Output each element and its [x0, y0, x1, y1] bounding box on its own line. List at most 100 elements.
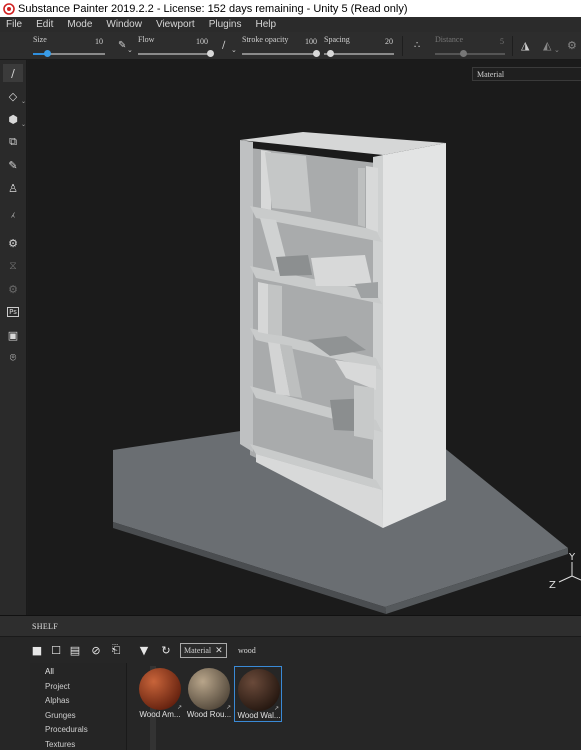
size-value[interactable]: 10: [95, 37, 103, 46]
import-icon[interactable]: ⎗: [108, 642, 124, 658]
plugin-icon[interactable]: ⌾: [3, 349, 23, 367]
category-procedurals[interactable]: Procedurals: [45, 725, 88, 734]
size-slider-handle[interactable]: [44, 50, 52, 57]
window-title: Substance Painter 2019.2.2 - License: 15…: [18, 2, 408, 15]
hide-icon[interactable]: ⊘: [88, 642, 104, 658]
toolbar-divider: [512, 36, 513, 56]
bake-icon[interactable]: ⚙: [3, 234, 23, 252]
distance-slider: [435, 53, 505, 55]
iray-icon[interactable]: ⧖: [3, 257, 23, 275]
distance-value: 5: [500, 37, 504, 46]
camera-settings-icon[interactable]: ⚙: [567, 39, 577, 52]
spacing-value[interactable]: 20: [385, 37, 393, 46]
category-alphas[interactable]: Alphas: [45, 696, 69, 705]
category-project[interactable]: Project: [45, 682, 70, 691]
filter-tag-label: Material: [184, 646, 212, 655]
material-label: Wood Wal...: [237, 711, 281, 720]
symmetry-icon[interactable]: ◮: [521, 39, 529, 52]
save-icon[interactable]: ▤: [67, 642, 83, 658]
book: [265, 152, 311, 212]
3d-viewport[interactable]: Y Z Material: [28, 60, 581, 615]
flow-label: Flow: [138, 35, 155, 44]
category-grunges[interactable]: Grunges: [45, 711, 76, 720]
material-thumbnail[interactable]: ↗ Wood Am...: [136, 666, 184, 722]
chevron-down-icon[interactable]: ⌄: [554, 46, 560, 54]
new-page-icon[interactable]: ☐: [48, 642, 64, 658]
viewport-scene[interactable]: Y Z: [28, 60, 581, 615]
filter-icon[interactable]: ▼: [136, 642, 152, 658]
shelf-body: All Project Alphas Grunges Procedurals T…: [0, 663, 581, 750]
context-toolbar: Size 10 ✎ ⌄ Flow 100 ∕ ⌄ Stroke opacity …: [0, 32, 581, 60]
clone-icon[interactable]: ♙: [3, 179, 23, 197]
menu-file[interactable]: File: [0, 19, 29, 30]
spacing-label: Spacing: [324, 35, 350, 44]
toolbar-divider: [402, 36, 403, 56]
projection-icon[interactable]: ⬢ ⌄: [3, 110, 26, 129]
menu-viewport[interactable]: Viewport: [149, 19, 202, 30]
stroke-opacity-label: Stroke opacity: [242, 35, 289, 44]
opacity-brush-icon[interactable]: ∕: [222, 40, 225, 51]
paint-brush-icon[interactable]: ∕: [3, 64, 23, 82]
lazy-mouse-icon[interactable]: ∴: [414, 40, 420, 51]
settings-icon[interactable]: ⚙: [3, 280, 23, 298]
material-mode-select[interactable]: Material: [472, 67, 581, 81]
bookcase-right-side: [383, 143, 446, 528]
stroke-opacity-slider[interactable]: [242, 53, 316, 55]
export-icon[interactable]: ▣: [3, 326, 23, 344]
tools-sidebar: ∕ ◇ ⌄ ⬢ ⌄ ⧉ ✎ ♙ ⁁ ⚙ ⧖ ⚙ Ps ▣ ⌾: [0, 60, 27, 615]
menu-plugins[interactable]: Plugins: [202, 19, 249, 30]
spacing-slider-handle[interactable]: [326, 50, 334, 57]
menu-edit[interactable]: Edit: [29, 19, 60, 30]
folder-icon[interactable]: ■: [29, 642, 45, 658]
book: [311, 255, 372, 286]
menu-help[interactable]: Help: [249, 19, 284, 30]
app-logo-icon: [3, 2, 15, 15]
material-preview: [188, 668, 230, 710]
material-preview: [139, 668, 181, 710]
title-bar: Substance Painter 2019.2.2 - License: 15…: [0, 0, 581, 17]
shelf-title: SHELF: [32, 622, 58, 631]
axis-y-label: Y: [568, 552, 576, 563]
book: [358, 168, 365, 227]
projection-mode-icon[interactable]: ◭: [543, 39, 551, 52]
category-textures[interactable]: Textures: [45, 740, 75, 749]
smudge-icon[interactable]: ✎: [3, 156, 23, 174]
close-icon[interactable]: ✕: [215, 646, 223, 656]
photoshop-export-icon[interactable]: Ps: [3, 303, 23, 321]
menu-window[interactable]: Window: [99, 19, 149, 30]
refresh-icon[interactable]: ↻: [158, 642, 174, 658]
category-all[interactable]: All: [45, 667, 54, 676]
material-thumbnail[interactable]: ↗ Wood Rou...: [185, 666, 233, 722]
menu-mode[interactable]: Mode: [60, 19, 99, 30]
axis-z-label: Z: [549, 580, 556, 591]
book: [268, 284, 282, 336]
material-label: Wood Am...: [139, 710, 181, 719]
shelf-search-input[interactable]: wood: [238, 646, 256, 655]
distance-label: Distance: [435, 35, 463, 44]
flow-slider[interactable]: [138, 53, 210, 55]
filter-tag-material[interactable]: Material ✕: [180, 643, 227, 658]
chevron-down-icon[interactable]: ⌄: [127, 46, 133, 54]
flow-brush-icon[interactable]: ✎: [118, 40, 126, 51]
distance-slider-handle: [460, 50, 467, 57]
shelf-panel: SHELF ■ ☐ ▤ ⊘ ⎗ ▼ ↻ Material ✕ wood All …: [0, 615, 581, 750]
shelf-header: SHELF: [0, 616, 581, 637]
book: [276, 255, 312, 276]
eraser-icon[interactable]: ◇ ⌄: [3, 87, 26, 106]
stroke-opacity-value[interactable]: 100: [305, 37, 317, 46]
book: [354, 385, 374, 440]
shelf-category-list: All Project Alphas Grunges Procedurals T…: [30, 663, 156, 750]
shelf-asset-grid: ↗ Wood Am... ↗ Wood Rou... ↗ Wood Wal...: [133, 663, 581, 750]
flow-slider-handle[interactable]: [207, 50, 214, 57]
material-thumbnail[interactable]: ↗ Wood Wal...: [234, 666, 282, 722]
polygon-fill-icon[interactable]: ⧉: [3, 133, 23, 151]
flow-value[interactable]: 100: [196, 37, 208, 46]
spacing-slider[interactable]: [324, 53, 394, 55]
chevron-down-icon[interactable]: ⌄: [231, 46, 237, 54]
stroke-opacity-slider-handle[interactable]: [313, 50, 320, 57]
material-label: Wood Rou...: [186, 710, 232, 719]
color-picker-icon[interactable]: ⁁: [3, 202, 23, 220]
shelf-toolbar: ■ ☐ ▤ ⊘ ⎗ ▼ ↻ Material ✕ wood: [0, 638, 581, 662]
book: [366, 166, 378, 232]
menu-bar: File Edit Mode Window Viewport Plugins H…: [0, 17, 581, 32]
